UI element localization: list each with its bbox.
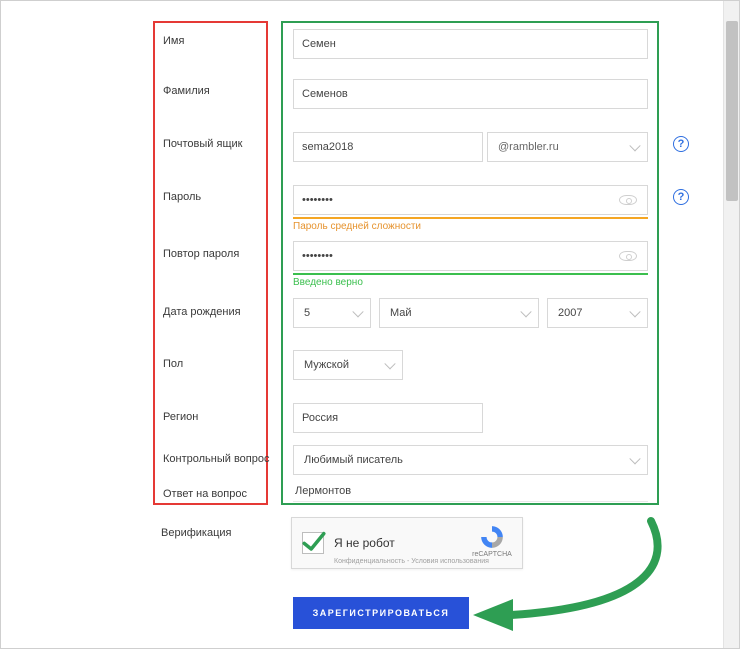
register-button[interactable]: ЗАРЕГИСТРИРОВАТЬСЯ xyxy=(293,597,469,629)
mail-domain-value: @rambler.ru xyxy=(498,141,559,153)
recaptcha-fineprint: Конфиденциальность - Условия использован… xyxy=(334,558,489,565)
birth-day-select[interactable]: 5 xyxy=(293,298,371,328)
labels-annotation-box: Имя Фамилия Почтовый ящик Пароль Повтор … xyxy=(153,21,268,505)
recaptcha-widget[interactable]: Я не робот reCAPTCHA Конфиденциальность … xyxy=(291,517,523,569)
chevron-down-icon xyxy=(384,358,395,369)
birth-year-value: 2007 xyxy=(558,307,582,319)
secret-question-value: Любимый писатель xyxy=(304,454,403,466)
help-password-icon[interactable]: ? xyxy=(673,189,689,205)
last-name-input[interactable]: Семенов xyxy=(293,79,648,109)
label-gender: Пол xyxy=(163,358,183,370)
secret-question-select[interactable]: Любимый писатель xyxy=(293,445,648,475)
vertical-scrollbar[interactable] xyxy=(723,1,739,648)
inputs-annotation-box: Семен Семенов sema2018 @rambler.ru •••••… xyxy=(281,21,659,505)
eye-icon[interactable] xyxy=(619,195,637,205)
label-birth-date: Дата рождения xyxy=(163,306,241,318)
recaptcha-label: Я не робот xyxy=(334,536,395,550)
password-strength-underline xyxy=(293,217,648,219)
page-canvas: Имя Фамилия Почтовый ящик Пароль Повтор … xyxy=(0,0,740,649)
scrollbar-thumb[interactable] xyxy=(726,21,738,201)
label-last-name: Фамилия xyxy=(163,85,210,97)
birth-month-value: Май xyxy=(390,307,412,319)
chevron-down-icon xyxy=(629,306,640,317)
password-repeat-masked-value: •••••••• xyxy=(302,250,333,262)
birth-month-select[interactable]: Май xyxy=(379,298,539,328)
label-first-name: Имя xyxy=(163,35,184,47)
chevron-down-icon xyxy=(629,140,640,151)
mail-local-input[interactable]: sema2018 xyxy=(293,132,483,162)
recaptcha-icon xyxy=(479,524,505,550)
label-region: Регион xyxy=(163,411,198,423)
password-strength-hint: Пароль средней сложности xyxy=(293,221,421,232)
gender-value: Мужской xyxy=(304,359,349,371)
chevron-down-icon xyxy=(352,306,363,317)
password-input[interactable]: •••••••• xyxy=(293,185,648,215)
recaptcha-brand: reCAPTCHA xyxy=(472,551,512,558)
eye-icon[interactable] xyxy=(619,251,637,261)
region-input[interactable]: Россия xyxy=(293,403,483,433)
mail-domain-select[interactable]: @rambler.ru xyxy=(487,132,648,162)
birth-year-select[interactable]: 2007 xyxy=(547,298,648,328)
label-secret-question: Контрольный вопрос xyxy=(163,453,270,465)
recaptcha-checkbox[interactable] xyxy=(302,532,324,554)
label-password-repeat: Повтор пароля xyxy=(163,248,239,260)
password-masked-value: •••••••• xyxy=(302,194,333,206)
password-repeat-input[interactable]: •••••••• xyxy=(293,241,648,271)
chevron-down-icon xyxy=(520,306,531,317)
secret-answer-input[interactable]: Лермонтов xyxy=(293,480,648,502)
chevron-down-icon xyxy=(629,453,640,464)
password-repeat-underline xyxy=(293,273,648,275)
gender-select[interactable]: Мужской xyxy=(293,350,403,380)
help-mailbox-icon[interactable]: ? xyxy=(673,136,689,152)
label-secret-answer: Ответ на вопрос xyxy=(163,488,247,500)
password-repeat-hint: Введено верно xyxy=(293,277,363,288)
label-mailbox: Почтовый ящик xyxy=(163,138,242,150)
label-password: Пароль xyxy=(163,191,201,203)
first-name-input[interactable]: Семен xyxy=(293,29,648,59)
label-verification: Верификация xyxy=(161,527,232,539)
birth-day-value: 5 xyxy=(304,307,310,319)
recaptcha-logo: reCAPTCHA xyxy=(472,524,512,558)
